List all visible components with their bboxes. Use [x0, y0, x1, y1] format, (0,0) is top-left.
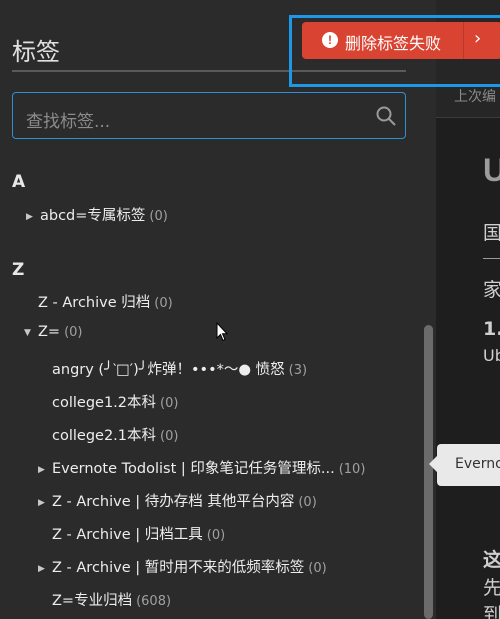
note-text: 到: [483, 604, 500, 619]
tooltip-arrow: [429, 456, 437, 472]
last-edit-label: 上次编: [454, 89, 496, 105]
collapse-caret-icon[interactable]: ▼: [24, 328, 34, 338]
section-letter-z: Z: [12, 260, 25, 280]
note-divider: [483, 258, 500, 259]
tag-count: (3): [288, 363, 308, 378]
tag-item[interactable]: Z=专业归档 (608): [38, 589, 171, 615]
mouse-cursor-icon: [216, 322, 228, 342]
note-text: 国: [483, 222, 500, 244]
tag-item[interactable]: Z - Archive 归档 (0): [24, 291, 173, 317]
search-placeholder: 查找标签...: [26, 112, 111, 132]
tag-count: (0): [160, 396, 179, 411]
tag-item[interactable]: Z - Archive | 归档工具 (0): [38, 523, 225, 549]
tooltip-text: Everno: [455, 456, 500, 472]
tags-panel: 标签 查找标签... A ▶ abcd=专属标签 (0) Z Z - Archive…: [0, 0, 436, 619]
tag-count: (0): [160, 429, 179, 444]
note-text: 这: [483, 549, 500, 571]
tag-item[interactable]: angry (╯‵□′)╯炸弹！•••*～● 愤怒 (3): [38, 358, 307, 384]
search-icon[interactable]: [375, 105, 397, 127]
tag-count: (608): [136, 594, 172, 609]
tag-item[interactable]: ▶ Evernote Todolist | 印象笔记任务管理标... (10): [38, 457, 365, 483]
tag-count: (0): [64, 325, 83, 340]
editor-pane: 上次编 U 国 家 1. Ub 这 先 到: [436, 0, 500, 619]
tag-count: (0): [308, 561, 327, 576]
panel-title: 标签: [12, 38, 60, 66]
tag-label: Z - Archive | 暂时用不来的低频率标签: [52, 560, 305, 576]
tag-count: (10): [338, 462, 366, 477]
highlight-box: [289, 15, 500, 87]
scrollbar[interactable]: [424, 325, 433, 619]
tag-count: (0): [206, 528, 226, 543]
tag-label: college1.2本科: [52, 395, 157, 411]
tag-label: angry (╯‵□′)╯炸弹！•••*～● 愤怒: [52, 362, 285, 378]
note-title: U: [483, 152, 500, 188]
tag-label: Z - Archive | 归档工具: [52, 527, 203, 543]
tag-item[interactable]: college2.1本科 (0): [38, 424, 178, 450]
note-text: 1.: [483, 318, 500, 340]
tooltip: Everno: [429, 444, 500, 486]
tag-label: Z - Archive | 待办存档 其他平台内容: [52, 494, 295, 510]
expand-caret-icon[interactable]: ▶: [38, 564, 48, 574]
tag-item[interactable]: ▶ abcd=专属标签 (0): [26, 204, 168, 230]
tag-item[interactable]: ▼ Z= (0): [24, 324, 83, 350]
tag-count: (0): [154, 296, 173, 311]
tag-label: Z - Archive 归档: [38, 295, 151, 311]
tag-count: (0): [149, 209, 168, 224]
tag-item[interactable]: ▶ Z - Archive | 暂时用不来的低频率标签 (0): [38, 556, 327, 582]
expand-caret-icon[interactable]: ▶: [38, 498, 48, 508]
tag-label: abcd=专属标签: [40, 208, 146, 224]
note-text: 家: [483, 279, 500, 301]
tag-label: college2.1本科: [52, 428, 157, 444]
tag-label: Z=: [38, 324, 61, 340]
note-text: Ub: [483, 346, 500, 365]
search-input[interactable]: 查找标签...: [12, 92, 406, 139]
expand-caret-icon[interactable]: ▶: [38, 465, 48, 475]
tag-item[interactable]: college1.2本科 (0): [38, 391, 178, 417]
note-text: 先: [483, 577, 500, 599]
tag-label: Evernote Todolist | 印象笔记任务管理标...: [52, 461, 335, 477]
tag-label: Z=专业归档: [52, 593, 133, 609]
expand-caret-icon[interactable]: ▶: [26, 212, 36, 222]
tag-count: (0): [298, 495, 317, 510]
section-letter-a: A: [12, 172, 26, 192]
tag-item[interactable]: ▶ Z - Archive | 待办存档 其他平台内容 (0): [38, 490, 317, 516]
